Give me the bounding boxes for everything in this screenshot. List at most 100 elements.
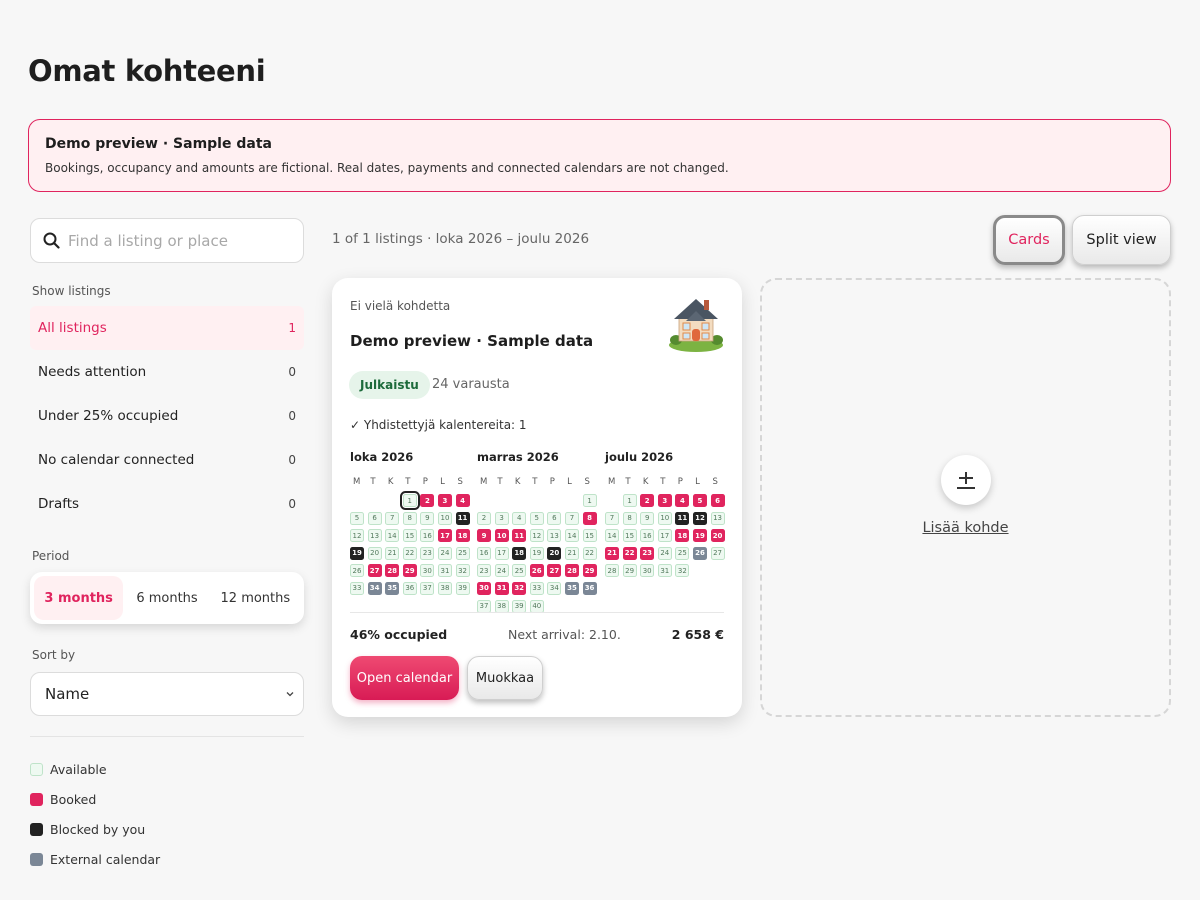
day-available[interactable]: 1 bbox=[582, 494, 597, 507]
split-view-button[interactable]: Split view bbox=[1072, 215, 1171, 265]
day-available[interactable]: 4 bbox=[512, 511, 527, 525]
search-box[interactable] bbox=[30, 218, 304, 263]
day-available[interactable]: 9 bbox=[420, 511, 435, 525]
day-available[interactable]: 36 bbox=[402, 581, 417, 595]
day-available[interactable]: 16 bbox=[640, 529, 655, 543]
day-booked[interactable]: 5 bbox=[692, 494, 707, 507]
day-available[interactable]: 8 bbox=[622, 511, 637, 525]
day-booked[interactable]: 3 bbox=[437, 494, 452, 507]
day-booked[interactable]: 29 bbox=[582, 564, 597, 578]
day-available[interactable]: 25 bbox=[512, 564, 527, 578]
day-booked[interactable]: 30 bbox=[477, 581, 491, 595]
day-available[interactable]: 38 bbox=[437, 581, 452, 595]
day-booked[interactable]: 2 bbox=[640, 494, 655, 507]
day-available[interactable]: 32 bbox=[455, 564, 470, 578]
day-booked[interactable]: 4 bbox=[455, 494, 470, 507]
day-booked[interactable]: 31 bbox=[494, 581, 509, 595]
day-available[interactable]: 24 bbox=[657, 546, 672, 560]
add-listing-area[interactable]: Lisää kohde bbox=[760, 278, 1171, 717]
day-booked[interactable]: 27 bbox=[367, 564, 382, 578]
period-option-3-months[interactable]: 3 months bbox=[34, 576, 124, 620]
day-available[interactable]: 22 bbox=[402, 546, 417, 560]
day-booked[interactable]: 3 bbox=[657, 494, 672, 507]
day-blocked[interactable]: 19 bbox=[350, 546, 364, 560]
day-blocked[interactable]: 18 bbox=[512, 546, 527, 560]
day-available[interactable]: 31 bbox=[657, 564, 672, 578]
day-available[interactable]: 23 bbox=[477, 564, 491, 578]
day-available[interactable]: 3 bbox=[494, 511, 509, 525]
filter-needs-attention[interactable]: Needs attention 0 bbox=[30, 350, 304, 394]
day-booked[interactable]: 28 bbox=[564, 564, 579, 578]
day-available[interactable]: 16 bbox=[477, 546, 491, 560]
day-available[interactable]: 6 bbox=[547, 511, 562, 525]
day-booked[interactable]: 2 bbox=[420, 494, 435, 507]
day-available[interactable]: 6 bbox=[367, 511, 382, 525]
day-available[interactable]: 25 bbox=[455, 546, 470, 560]
day-available[interactable]: 37 bbox=[420, 581, 435, 595]
day-available[interactable]: 14 bbox=[564, 529, 579, 543]
day-available[interactable]: 5 bbox=[529, 511, 544, 525]
day-available[interactable]: 22 bbox=[582, 546, 597, 560]
day-available[interactable]: 33 bbox=[350, 581, 364, 595]
day-booked[interactable]: 23 bbox=[640, 546, 655, 560]
day-available[interactable]: 26 bbox=[350, 564, 364, 578]
day-booked[interactable]: 22 bbox=[622, 546, 637, 560]
day-booked[interactable]: 11 bbox=[512, 529, 527, 543]
day-external[interactable]: 34 bbox=[367, 581, 382, 595]
day-available[interactable]: 10 bbox=[657, 511, 672, 525]
day-available[interactable]: 1 bbox=[399, 491, 420, 510]
day-external[interactable]: 35 bbox=[385, 581, 400, 595]
day-booked[interactable]: 8 bbox=[582, 511, 597, 525]
day-available[interactable]: 39 bbox=[455, 581, 470, 595]
filter-all-listings[interactable]: All listings 1 bbox=[30, 306, 304, 350]
day-available[interactable]: 14 bbox=[385, 529, 400, 543]
day-available[interactable]: 30 bbox=[420, 564, 435, 578]
open-calendar-button[interactable]: Open calendar bbox=[350, 656, 459, 700]
filter-drafts[interactable]: Drafts 0 bbox=[30, 482, 304, 526]
day-booked[interactable]: 10 bbox=[494, 529, 509, 543]
day-booked[interactable]: 9 bbox=[477, 529, 491, 543]
day-external[interactable]: 36 bbox=[582, 581, 597, 595]
day-available[interactable]: 12 bbox=[350, 529, 364, 543]
day-available[interactable]: 25 bbox=[675, 546, 690, 560]
day-available[interactable]: 2 bbox=[477, 511, 491, 525]
period-option-12-months[interactable]: 12 months bbox=[211, 576, 300, 620]
day-available[interactable]: 21 bbox=[564, 546, 579, 560]
filter-no-calendar[interactable]: No calendar connected 0 bbox=[30, 438, 304, 482]
filter-under-25-occupied[interactable]: Under 25% occupied 0 bbox=[30, 394, 304, 438]
day-available[interactable]: 24 bbox=[494, 564, 509, 578]
day-available[interactable]: 24 bbox=[437, 546, 452, 560]
day-available[interactable]: 9 bbox=[640, 511, 655, 525]
day-external[interactable]: 35 bbox=[564, 581, 579, 595]
day-blocked[interactable]: 11 bbox=[675, 511, 690, 525]
day-booked[interactable]: 29 bbox=[402, 564, 417, 578]
add-listing-link[interactable]: Lisää kohde bbox=[762, 520, 1169, 536]
day-available[interactable]: 1 bbox=[622, 494, 637, 507]
day-available[interactable]: 37 bbox=[477, 599, 491, 613]
day-available[interactable]: 31 bbox=[437, 564, 452, 578]
day-available[interactable]: 34 bbox=[547, 581, 562, 595]
day-available[interactable]: 39 bbox=[512, 599, 527, 613]
day-booked[interactable]: 21 bbox=[605, 546, 619, 560]
day-booked[interactable]: 32 bbox=[512, 581, 527, 595]
search-input[interactable] bbox=[68, 231, 288, 250]
day-available[interactable]: 15 bbox=[402, 529, 417, 543]
day-available[interactable]: 7 bbox=[605, 511, 619, 525]
day-booked[interactable]: 18 bbox=[675, 529, 690, 543]
day-available[interactable]: 27 bbox=[710, 546, 725, 560]
edit-button[interactable]: Muokkaa bbox=[467, 656, 543, 700]
day-available[interactable]: 16 bbox=[420, 529, 435, 543]
day-available[interactable]: 23 bbox=[420, 546, 435, 560]
day-available[interactable]: 14 bbox=[605, 529, 619, 543]
day-available[interactable]: 33 bbox=[529, 581, 544, 595]
day-available[interactable]: 38 bbox=[494, 599, 509, 613]
day-available[interactable]: 8 bbox=[402, 511, 417, 525]
day-booked[interactable]: 28 bbox=[385, 564, 400, 578]
day-available[interactable]: 12 bbox=[529, 529, 544, 543]
plus-icon[interactable] bbox=[941, 455, 991, 505]
day-booked[interactable]: 20 bbox=[710, 529, 725, 543]
day-available[interactable]: 15 bbox=[582, 529, 597, 543]
day-available[interactable]: 29 bbox=[622, 564, 637, 578]
day-booked[interactable]: 19 bbox=[692, 529, 707, 543]
day-available[interactable]: 7 bbox=[564, 511, 579, 525]
